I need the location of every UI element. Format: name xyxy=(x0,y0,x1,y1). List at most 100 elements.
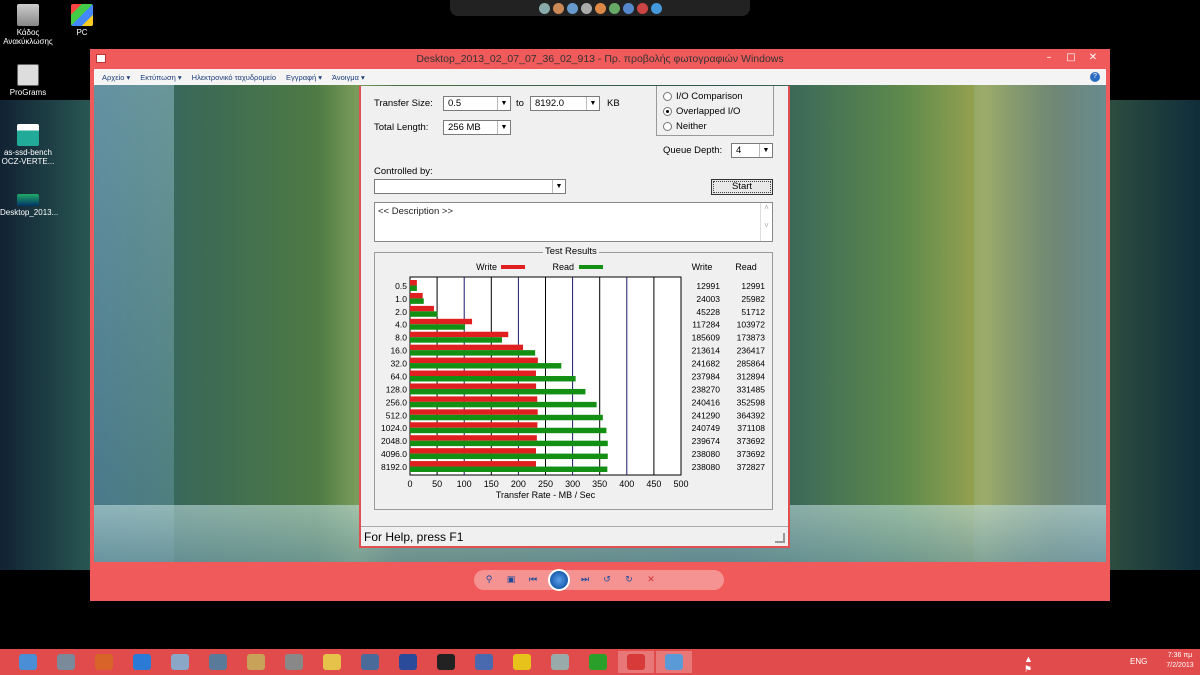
clock-time[interactable]: 7:36 πμ xyxy=(1162,652,1198,659)
radio-neither[interactable]: Neither xyxy=(663,121,707,132)
quick-launch-icon[interactable] xyxy=(608,2,620,14)
quick-launch-icon[interactable] xyxy=(538,2,550,14)
taskbar-button[interactable] xyxy=(314,651,350,673)
status-bar: For Help, press F1 xyxy=(361,526,788,546)
next-icon[interactable]: ⏭ xyxy=(578,574,592,586)
tray-icons[interactable]: ▲ ⚑ ⚬ ☁ 🔊 xyxy=(1024,654,1035,675)
help-icon[interactable]: ? xyxy=(1090,72,1100,82)
playback-bar: ⚲ ▣ ⏮ ⏭ ↺ ↻ ✕ xyxy=(474,569,724,591)
write-bar xyxy=(410,357,538,364)
write-bar xyxy=(410,344,524,351)
quick-launch-icon[interactable] xyxy=(566,2,578,14)
minimize-button[interactable]: – xyxy=(1038,49,1060,67)
quick-launch-icon[interactable] xyxy=(580,2,592,14)
radio-overlapped-io[interactable]: Overlapped I/O xyxy=(663,106,740,117)
menu-burn[interactable]: Εγγραφή ▾ xyxy=(286,73,322,82)
desktop-icon-desktop-shot[interactable]: Desktop_2013... xyxy=(0,188,58,217)
clock-date[interactable]: 7/2/2013 xyxy=(1162,662,1198,669)
delete-icon[interactable]: ✕ xyxy=(644,574,658,586)
taskbar-button[interactable] xyxy=(162,651,198,673)
write-bar xyxy=(410,280,417,286)
taskbar-button[interactable] xyxy=(86,651,122,673)
taskbar-button[interactable] xyxy=(504,651,540,673)
menu-file[interactable]: Αρχείο ▾ xyxy=(102,73,130,82)
actual-size-icon[interactable]: ▣ xyxy=(504,574,518,586)
read-value-label: 25982 xyxy=(741,294,765,304)
quick-launch-icon[interactable] xyxy=(594,2,606,14)
transfer-size-to-select[interactable]: 8192.0 ▼ xyxy=(530,96,600,111)
taskbar-button[interactable] xyxy=(428,651,464,673)
controlled-by-select[interactable]: ▼ xyxy=(374,179,566,194)
language-indicator[interactable]: ENG xyxy=(1130,657,1147,666)
description-field[interactable]: << Description >> ˄ ˅ xyxy=(374,202,773,242)
photo-viewer-icon xyxy=(665,654,683,670)
close-button[interactable]: ✕ xyxy=(1082,49,1104,67)
resize-grip[interactable] xyxy=(775,533,785,543)
quick-launch-icon[interactable] xyxy=(622,2,634,14)
category-label: 0.5 xyxy=(395,281,407,291)
desktop-icon-pc[interactable]: PC xyxy=(54,4,110,37)
queue-depth-select[interactable]: 4 ▼ xyxy=(731,143,773,158)
read-value-label: 103972 xyxy=(737,320,766,330)
taskbar-button[interactable] xyxy=(466,651,502,673)
x-tick-label: 200 xyxy=(511,479,526,489)
read-value-label: 331485 xyxy=(737,384,766,394)
benchmark-app-screenshot: Transfer Size: 0.5 ▼ to 8192.0 ▼ KB Total … xyxy=(359,86,790,548)
zoom-icon[interactable]: ⚲ xyxy=(482,574,496,586)
radio-dot xyxy=(663,106,672,116)
taskbar-button[interactable] xyxy=(542,651,578,673)
folder-icon xyxy=(323,654,341,670)
menu-print[interactable]: Εκτύπωση ▾ xyxy=(140,73,181,82)
taskbar-button[interactable] xyxy=(656,651,692,673)
taskbar-button[interactable] xyxy=(238,651,274,673)
category-label: 8.0 xyxy=(395,333,407,343)
taskbar-button[interactable] xyxy=(580,651,616,673)
category-label: 256.0 xyxy=(386,397,408,407)
x-tick-label: 300 xyxy=(565,479,580,489)
desktop-icon-as-ssd[interactable]: as-ssd-bench OCZ-VERTE... xyxy=(0,124,56,166)
category-label: 4096.0 xyxy=(381,449,407,459)
radio-io-comparison[interactable]: I/O Comparison xyxy=(663,91,743,102)
x-axis-title: Transfer Rate - MB / Sec xyxy=(496,490,596,500)
select-value: 4 xyxy=(736,145,742,156)
write-bar xyxy=(410,292,423,299)
taskbar-button[interactable] xyxy=(10,651,46,673)
menu-label: Ηλεκτρονικό ταχυδρομείο xyxy=(191,72,276,82)
x-tick-label: 350 xyxy=(592,479,607,489)
description-scrollbar[interactable]: ˄ ˅ xyxy=(760,203,772,241)
total-length-label: Total Length: xyxy=(374,122,429,133)
read-bar xyxy=(410,285,417,291)
write-value-label: 185609 xyxy=(692,333,721,343)
quick-launch-icon[interactable] xyxy=(552,2,564,14)
write-bar xyxy=(410,383,537,389)
radio-label: I/O Comparison xyxy=(676,91,743,102)
taskbar-button[interactable] xyxy=(48,651,84,673)
menu-open[interactable]: Άνοιγμα ▾ xyxy=(332,73,365,82)
radio-dot xyxy=(663,91,672,101)
taskbar-button[interactable] xyxy=(124,651,160,673)
desktop-icon-recycle-bin[interactable]: Κάδος Ανακύκλωσης xyxy=(0,4,56,46)
taskbar-button[interactable] xyxy=(276,651,312,673)
quick-launch-icon[interactable] xyxy=(650,2,662,14)
quick-launch-icon[interactable] xyxy=(636,2,648,14)
slideshow-button[interactable] xyxy=(548,569,570,591)
menu-email[interactable]: Ηλεκτρονικό ταχυδρομείο xyxy=(192,73,276,82)
chevron-down-icon: ▼ xyxy=(497,121,510,134)
previous-icon[interactable]: ⏮ xyxy=(526,574,540,586)
x-tick-label: 500 xyxy=(673,479,688,489)
maximize-button[interactable]: □ xyxy=(1060,49,1082,67)
total-length-select[interactable]: 256 MB ▼ xyxy=(443,120,511,135)
rotate-cw-icon[interactable]: ↻ xyxy=(622,574,636,586)
taskbar-button[interactable] xyxy=(352,651,388,673)
taskbar-button[interactable] xyxy=(390,651,426,673)
taskbar-button[interactable] xyxy=(200,651,236,673)
taskbar-button[interactable] xyxy=(618,651,654,673)
write-bar xyxy=(410,370,536,376)
x-tick-label: 150 xyxy=(484,479,499,489)
start-button[interactable]: Start xyxy=(711,179,773,195)
desktop-icon-label: as-ssd-bench OCZ-VERTE... xyxy=(1,148,55,166)
printer-icon xyxy=(551,654,569,670)
rotate-ccw-icon[interactable]: ↺ xyxy=(600,574,614,586)
desktop-icon-programs[interactable]: ProGrams xyxy=(0,64,56,97)
transfer-size-from-select[interactable]: 0.5 ▼ xyxy=(443,96,511,111)
